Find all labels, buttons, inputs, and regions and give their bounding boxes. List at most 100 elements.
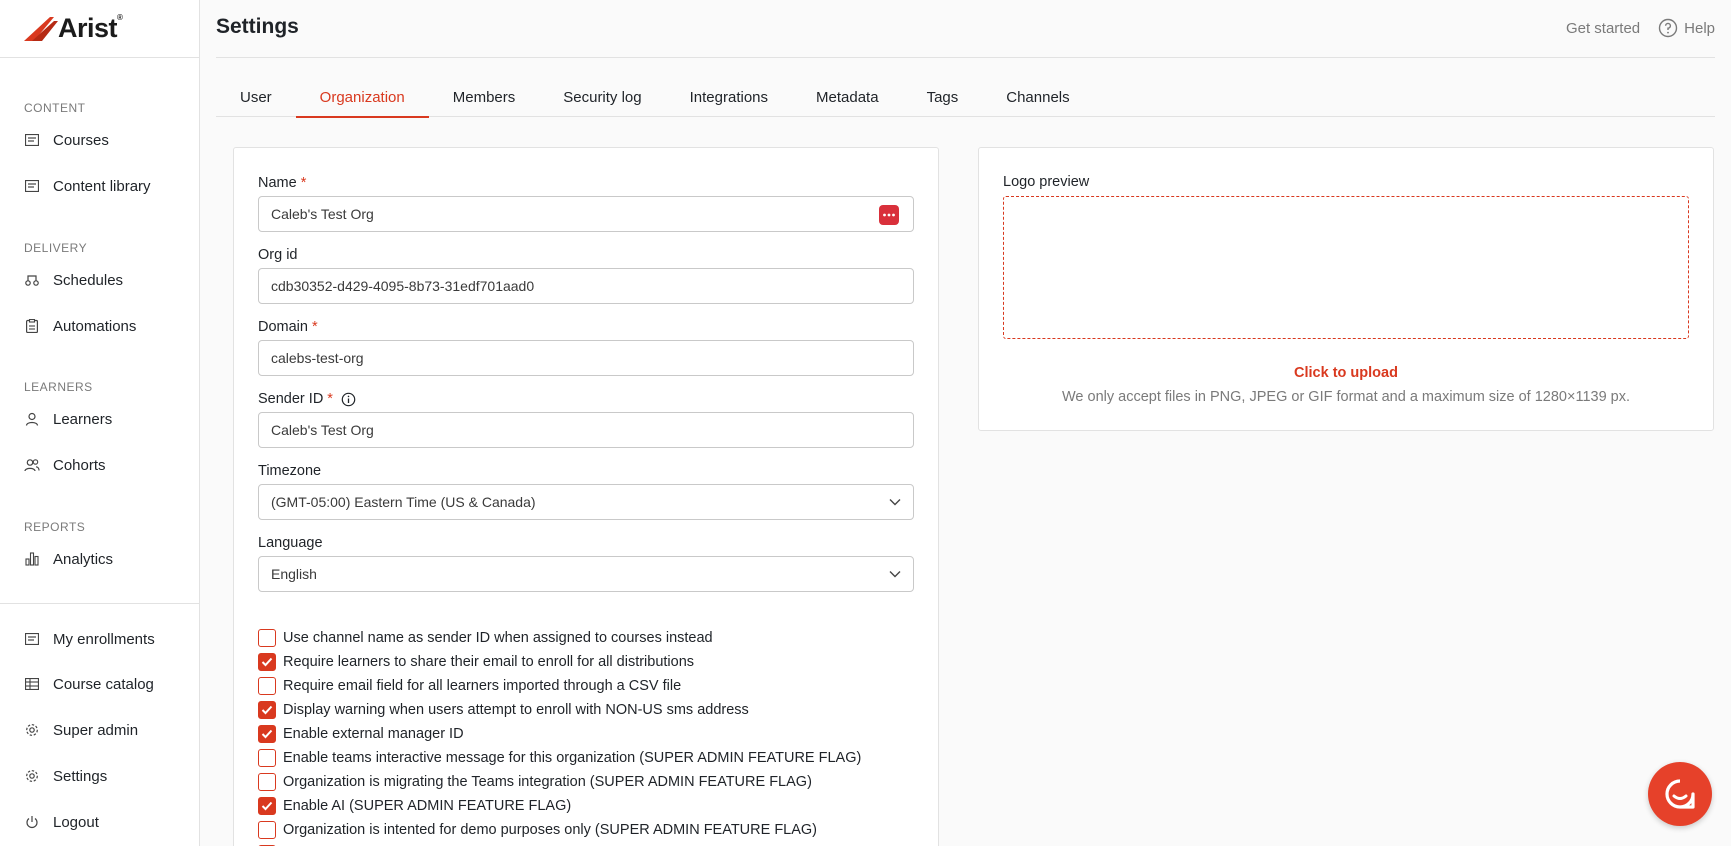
brand-logo[interactable]: Arist® <box>0 0 199 58</box>
gear-icon <box>24 722 40 738</box>
brand-name: Arist® <box>58 13 123 43</box>
users-icon <box>24 457 40 473</box>
checkbox-checked[interactable] <box>258 797 276 815</box>
tab-tags[interactable]: Tags <box>903 78 983 117</box>
logo-dropzone[interactable] <box>1003 196 1689 339</box>
checkbox-unchecked[interactable] <box>258 749 276 767</box>
tab-integrations[interactable]: Integrations <box>666 78 792 117</box>
logo-preview-label: Logo preview <box>1003 174 1090 190</box>
tab-organization[interactable]: Organization <box>295 78 429 118</box>
org-option-checkbox-row[interactable]: Organization is migrating the Teams inte… <box>258 773 812 791</box>
checkbox-checked[interactable] <box>258 653 276 671</box>
logo-preview-card: Logo preview Click to upload We only acc… <box>978 147 1714 431</box>
enrollments-icon <box>24 631 40 647</box>
sidebar-item-my-enrollments[interactable]: My enrollments <box>0 622 199 656</box>
courses-icon <box>24 132 40 148</box>
sidebar-item-schedules[interactable]: Schedules <box>0 263 199 297</box>
sidebar-item-content-library[interactable]: Content library <box>0 169 199 203</box>
sender-id-label: Sender ID * <box>258 391 356 407</box>
checkmark-icon <box>261 729 273 739</box>
org-option-checkbox-row[interactable]: Enable external manager ID <box>258 725 464 743</box>
org-option-checkbox-row[interactable]: Use channel name as sender ID when assig… <box>258 629 713 647</box>
checkbox-label: Enable AI (SUPER ADMIN FEATURE FLAG) <box>283 798 572 814</box>
checkbox-label: Display warning when users attempt to en… <box>283 702 749 718</box>
tab-user[interactable]: User <box>216 78 296 117</box>
sidebar-item-analytics[interactable]: Analytics <box>0 542 199 576</box>
sidebar: Arist® CONTENT Courses Content library D… <box>0 0 200 846</box>
org-option-checkbox-row[interactable]: Organization is intented for demo purpos… <box>258 821 817 839</box>
checkbox-label: Require email field for all learners imp… <box>283 678 682 694</box>
checkbox-label: Use channel name as sender ID when assig… <box>283 630 713 646</box>
org-option-checkbox-row[interactable]: Enable teams interactive message for thi… <box>258 749 861 767</box>
library-icon <box>24 178 40 194</box>
upload-requirements: We only accept files in PNG, JPEG or GIF… <box>1061 389 1631 405</box>
timezone-label: Timezone <box>258 463 322 479</box>
get-started-link[interactable]: Get started <box>1566 20 1640 37</box>
organization-form-card: Name * Caleb's Test Org Org id cdb30352-d… <box>233 147 939 846</box>
checkmark-icon <box>261 801 273 811</box>
sidebar-item-super-admin[interactable]: Super admin <box>0 713 199 747</box>
checkbox-unchecked[interactable] <box>258 677 276 695</box>
info-icon[interactable] <box>341 392 356 407</box>
name-label: Name * <box>258 175 307 191</box>
bar-chart-icon <box>24 551 40 567</box>
page-title: Settings <box>216 15 299 38</box>
org-option-checkbox-row[interactable]: Enable AI (SUPER ADMIN FEATURE FLAG) <box>258 797 571 815</box>
header-actions: Get started Help <box>1566 18 1715 38</box>
domain-label: Domain * <box>258 319 318 335</box>
tab-channels[interactable]: Channels <box>982 78 1093 117</box>
checkbox-label: Organization is migrating the Teams inte… <box>283 774 812 790</box>
sidebar-item-course-catalog[interactable]: Course catalog <box>0 667 199 701</box>
chat-support-button[interactable] <box>1648 762 1712 826</box>
name-input[interactable]: Caleb's Test Org <box>258 196 914 232</box>
nav-section-reports: REPORTS <box>24 520 86 534</box>
sidebar-item-learners[interactable]: Learners <box>0 402 199 436</box>
sidebar-item-logout[interactable]: Logout <box>0 805 199 839</box>
user-icon <box>24 411 40 427</box>
sidebar-item-cohorts[interactable]: Cohorts <box>0 448 199 482</box>
sender-id-input[interactable]: Caleb's Test Org <box>258 412 914 448</box>
header-divider <box>216 57 1715 58</box>
checkbox-unchecked[interactable] <box>258 821 276 839</box>
help-link[interactable]: Help <box>1658 18 1715 38</box>
domain-input[interactable]: calebs-test-org <box>258 340 914 376</box>
sidebar-item-settings[interactable]: Settings <box>0 759 199 793</box>
nav-section-delivery: DELIVERY <box>24 241 88 255</box>
language-select[interactable]: English <box>258 556 914 592</box>
checkbox-checked[interactable] <box>258 701 276 719</box>
org-id-input[interactable]: cdb30352-d429-4095-8b73-31edf701aad0 <box>258 268 914 304</box>
chat-icon <box>1665 779 1695 809</box>
checkbox-checked[interactable] <box>258 725 276 743</box>
upload-link[interactable]: Click to upload <box>979 365 1713 381</box>
sidebar-item-courses[interactable]: Courses <box>0 123 199 157</box>
main-content: Settings Get started Help User Organizat… <box>200 0 1731 846</box>
tab-members[interactable]: Members <box>429 78 540 117</box>
checkmark-icon <box>261 657 273 667</box>
automations-icon <box>24 318 40 334</box>
tab-security-log[interactable]: Security log <box>539 78 665 117</box>
settings-tabs: User Organization Members Security log I… <box>216 78 1715 118</box>
checkbox-unchecked[interactable] <box>258 629 276 647</box>
checkbox-label: Enable teams interactive message for thi… <box>283 750 862 766</box>
checkmark-icon <box>261 705 273 715</box>
schedules-icon <box>24 272 40 288</box>
chevron-down-icon <box>889 571 901 578</box>
nav-section-content: CONTENT <box>24 101 86 115</box>
sidebar-item-automations[interactable]: Automations <box>0 309 199 343</box>
org-id-label: Org id <box>258 247 298 263</box>
sidebar-divider <box>0 603 199 604</box>
checkbox-unchecked[interactable] <box>258 773 276 791</box>
org-option-checkbox-row[interactable]: Require email field for all learners imp… <box>258 677 681 695</box>
language-label: Language <box>258 535 323 551</box>
checkbox-label: Require learners to share their email to… <box>283 654 695 670</box>
password-manager-icon[interactable] <box>879 205 899 225</box>
nav-section-learners: LEARNERS <box>24 380 93 394</box>
chevron-down-icon <box>889 499 901 506</box>
org-option-checkbox-row[interactable]: Require learners to share their email to… <box>258 653 694 671</box>
checkbox-label: Enable external manager ID <box>283 726 464 742</box>
org-option-checkbox-row[interactable]: Display warning when users attempt to en… <box>258 701 749 719</box>
tab-metadata[interactable]: Metadata <box>792 78 903 117</box>
timezone-select[interactable]: (GMT-05:00) Eastern Time (US & Canada) <box>258 484 914 520</box>
power-icon <box>24 814 40 830</box>
checkbox-label: Organization is intented for demo purpos… <box>283 822 818 838</box>
